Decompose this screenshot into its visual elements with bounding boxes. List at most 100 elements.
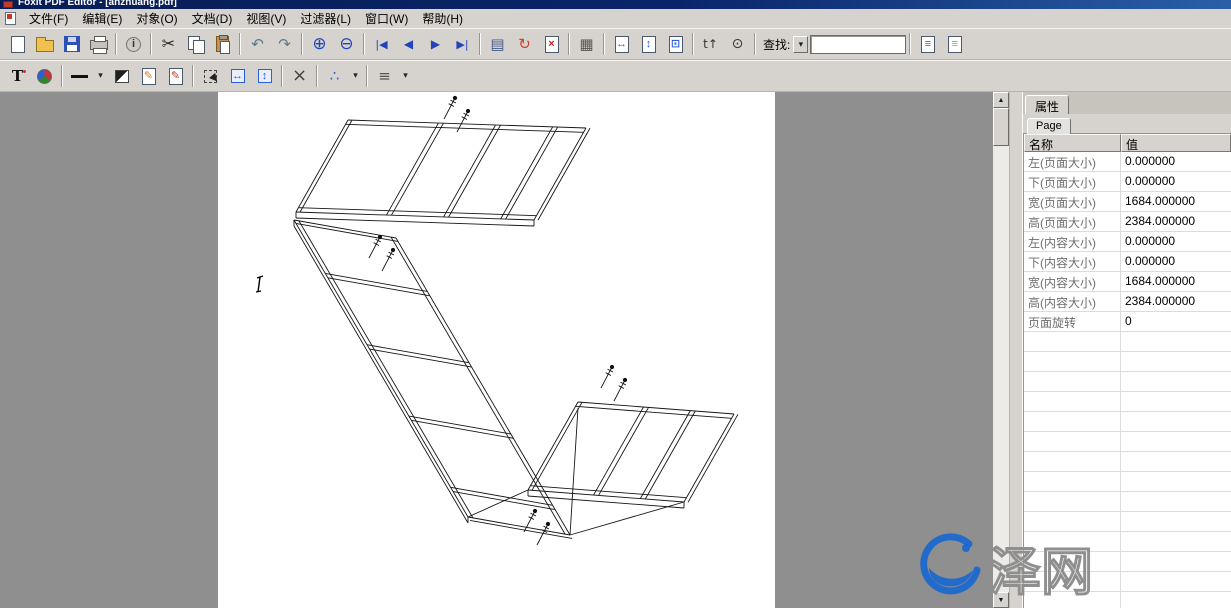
panel-splitter[interactable]: [1009, 92, 1022, 608]
cut-icon: ✂: [162, 36, 175, 52]
next-page-button[interactable]: ▶: [422, 31, 449, 58]
save-button[interactable]: [58, 31, 85, 58]
line-width-button[interactable]: [66, 63, 93, 90]
page-layout-button[interactable]: ▤: [484, 31, 511, 58]
rotate-pages-button[interactable]: ↻: [511, 31, 538, 58]
find-results-button[interactable]: ≡: [941, 31, 968, 58]
title-bar[interactable]: Foxit PDF Editor - [anzhuang.pdf]: [0, 0, 1231, 9]
zoom-in-button[interactable]: ⊕: [306, 31, 333, 58]
property-row-empty: [1024, 532, 1231, 552]
menu-window[interactable]: 窗口(W): [358, 9, 415, 28]
text-attributes-button[interactable]: t↑: [697, 31, 724, 58]
first-page-button[interactable]: |◀: [368, 31, 395, 58]
scrollbar-thumb[interactable]: [993, 108, 1009, 146]
menu-filter[interactable]: 过滤器(L): [293, 9, 358, 28]
rotate-object-button[interactable]: ↔: [224, 63, 251, 90]
property-row[interactable]: 宽(页面大小)1684.000000: [1024, 192, 1231, 212]
delete-pages-icon: ×: [545, 36, 559, 53]
pdf-page[interactable]: [218, 92, 775, 608]
paste-button[interactable]: [209, 31, 236, 58]
scroll-up-button[interactable]: ▲: [993, 92, 1009, 108]
copy-button[interactable]: [182, 31, 209, 58]
open-folder-button[interactable]: [31, 31, 58, 58]
redo-button[interactable]: ↷: [271, 31, 298, 58]
property-row[interactable]: 页面旋转0: [1024, 312, 1231, 332]
find-dropdown-button[interactable]: ▾: [793, 36, 808, 53]
toolbar-separator: [909, 33, 911, 55]
property-row-empty: [1024, 352, 1231, 372]
vertical-scrollbar[interactable]: ▲ ▼: [993, 92, 1009, 608]
property-row[interactable]: 高(页面大小)2384.000000: [1024, 212, 1231, 232]
about-info-glyph: i: [127, 38, 140, 51]
menu-document[interactable]: 文档(D): [185, 9, 240, 28]
find-input[interactable]: [810, 35, 906, 54]
cut-button[interactable]: ✂: [155, 31, 182, 58]
tools-button[interactable]: ×: [286, 63, 313, 90]
zoom-in-icon: ⊕: [312, 36, 326, 53]
line-width-dropdown-button[interactable]: ▾: [93, 63, 108, 90]
property-row[interactable]: 高(内容大小)2384.000000: [1024, 292, 1231, 312]
last-page-button[interactable]: ▶|: [449, 31, 476, 58]
document-system-icon[interactable]: [5, 12, 16, 25]
text-tool-button[interactable]: T: [4, 63, 31, 90]
fit-height-button[interactable]: ↕: [635, 31, 662, 58]
property-value[interactable]: 0.000000: [1121, 172, 1231, 191]
property-row[interactable]: 下(页面大小)0.000000: [1024, 172, 1231, 192]
menu-view[interactable]: 视图(V): [239, 9, 293, 28]
app-icon: [3, 1, 13, 8]
property-row[interactable]: 宽(内容大小)1684.000000: [1024, 272, 1231, 292]
find-in-document-icon: ≡: [921, 36, 935, 53]
column-header-value[interactable]: 值: [1121, 134, 1231, 152]
tab-page[interactable]: Page: [1027, 118, 1071, 135]
fit-height-icon: ↕: [642, 36, 656, 53]
find-results-icon: ≡: [948, 36, 962, 53]
snap-grid-button[interactable]: ▦: [573, 31, 600, 58]
fit-width-button[interactable]: ↔: [608, 31, 635, 58]
menu-edit[interactable]: 编辑(E): [75, 9, 129, 28]
property-row[interactable]: 左(页面大小)0.000000: [1024, 152, 1231, 172]
nodes-button[interactable]: ∴: [321, 63, 348, 90]
print-button[interactable]: [85, 31, 112, 58]
menu-object[interactable]: 对象(O): [129, 9, 184, 28]
property-value[interactable]: 0: [1121, 312, 1231, 331]
locate-object-button[interactable]: ⊙: [724, 31, 751, 58]
snap-grid-icon: ▦: [579, 37, 593, 52]
edit-page-form-button[interactable]: ✎: [162, 63, 189, 90]
property-row[interactable]: 下(内容大小)0.000000: [1024, 252, 1231, 272]
distribute-dropdown-button[interactable]: ▾: [398, 63, 413, 90]
fit-page-button[interactable]: ⊡: [662, 31, 689, 58]
prev-page-icon: ◀: [404, 38, 413, 50]
menu-help[interactable]: 帮助(H): [415, 9, 470, 28]
property-value[interactable]: 2384.000000: [1121, 212, 1231, 231]
new-document-button[interactable]: [4, 31, 31, 58]
property-value[interactable]: 2384.000000: [1121, 292, 1231, 311]
text-attributes-icon: t↑: [703, 38, 718, 50]
property-name: 宽(页面大小): [1024, 192, 1121, 211]
undo-button[interactable]: ↶: [244, 31, 271, 58]
color-wheel-button[interactable]: [31, 63, 58, 90]
property-value: [1121, 552, 1231, 571]
about-info-button[interactable]: i: [120, 31, 147, 58]
menu-file[interactable]: 文件(F): [22, 9, 75, 28]
nodes-dropdown-button[interactable]: ▾: [348, 63, 363, 90]
property-value[interactable]: 0.000000: [1121, 252, 1231, 271]
column-header-name[interactable]: 名称: [1024, 134, 1121, 152]
edit-page-content-button[interactable]: ✎: [135, 63, 162, 90]
property-value[interactable]: 1684.000000: [1121, 272, 1231, 291]
scale-object-button[interactable]: ↕: [251, 63, 278, 90]
prev-page-button[interactable]: ◀: [395, 31, 422, 58]
property-value[interactable]: 1684.000000: [1121, 192, 1231, 211]
property-value[interactable]: 0.000000: [1121, 152, 1231, 171]
select-object-button[interactable]: [197, 63, 224, 90]
delete-pages-button[interactable]: ×: [538, 31, 565, 58]
delete-pages-glyph: ×: [546, 37, 558, 52]
text-tool-glyph: T: [10, 68, 26, 84]
find-in-document-button[interactable]: ≡: [914, 31, 941, 58]
scroll-down-button[interactable]: ▼: [993, 592, 1009, 608]
zoom-out-button[interactable]: ⊖: [333, 31, 360, 58]
document-canvas[interactable]: [0, 92, 993, 608]
property-row[interactable]: 左(内容大小)0.000000: [1024, 232, 1231, 252]
fill-style-button[interactable]: [108, 63, 135, 90]
distribute-button[interactable]: ≡: [371, 63, 398, 90]
property-value[interactable]: 0.000000: [1121, 232, 1231, 251]
